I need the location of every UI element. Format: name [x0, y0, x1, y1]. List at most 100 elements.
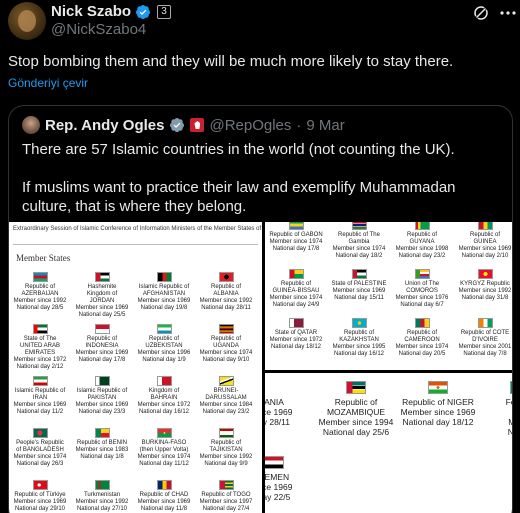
- flag-icon: [94, 376, 110, 386]
- affiliation-badge-icon: [190, 118, 205, 132]
- country-name: Republic of The Gambia: [338, 232, 380, 245]
- media-image-left[interactable]: Extraordinary Session of Islamic Confere…: [9, 222, 262, 513]
- member-since: Member since 1969: [332, 288, 386, 294]
- member-since: Memb: [481, 417, 512, 427]
- member-since: Member since 1976: [395, 295, 449, 301]
- national-day: National day 6/7: [400, 302, 444, 308]
- national-day: National day 23/2: [202, 409, 250, 415]
- flag-icon: [32, 324, 48, 334]
- quoted-separator: ·: [296, 116, 302, 134]
- country-name: Republic of UZBEKISTAN: [145, 336, 183, 349]
- member-state-card: Republic of COTE D'IVOIRE Member since 20…: [454, 318, 512, 358]
- flag-icon: [156, 324, 172, 334]
- media-image-top-right[interactable]: Republic of GABON Member since 1974 Nation…: [265, 222, 512, 370]
- national-day: National day 1/8: [80, 454, 124, 460]
- flag-icon: [32, 480, 48, 490]
- national-day: National day 11/8: [140, 506, 188, 512]
- national-day: National day 28/11: [201, 305, 251, 311]
- media-image-bottom-right[interactable]: ANIAince 1969ay 28/11Republic of MOZAMBI…: [265, 373, 512, 513]
- country-name: Republic of TOGO: [201, 492, 251, 498]
- member-since: Member since 1983: [75, 447, 129, 453]
- flag-icon: [94, 428, 110, 438]
- member-state-card: Republic of KAZAKHSTAN Member since 1995 N…: [328, 318, 390, 358]
- author-name[interactable]: Nick Szabo: [51, 3, 131, 20]
- flag-icon: [94, 480, 110, 490]
- quoted-header: Rep. Andy Ogles @RepOgles · 9 Mar: [22, 116, 345, 134]
- translate-link[interactable]: Gönderiyi çevir: [8, 76, 88, 90]
- national-day: National day 24/9: [272, 302, 320, 308]
- country-name: Republic of COTE D'IVOIRE: [460, 330, 510, 343]
- country-name: Republic of UGANDA: [210, 336, 242, 349]
- flag-icon: [265, 456, 284, 469]
- author-avatar[interactable]: [8, 2, 46, 40]
- author-handle[interactable]: @NickSzabo4: [51, 21, 146, 38]
- member-since: Member since 1974: [269, 239, 323, 245]
- member-since: Member since 1969: [75, 305, 129, 311]
- country-name: Republic of CAMEROON: [404, 330, 440, 343]
- national-day: National day 25/5: [78, 312, 126, 318]
- national-day: National day 1/9: [142, 357, 186, 363]
- quoted-avatar[interactable]: [22, 116, 40, 134]
- member-state-card: Republic of GUINEA Member since 1969 Natio…: [454, 222, 512, 260]
- flag-icon: [94, 324, 110, 334]
- member-since: Member since 1974: [395, 344, 449, 350]
- flag-icon: [218, 376, 234, 386]
- country-name: YEMEN: [265, 472, 290, 482]
- divider: [13, 244, 258, 245]
- flag-icon: [94, 272, 110, 282]
- country-name: Republic of TAJIKISTAN: [209, 440, 243, 453]
- member-state-card: Republic of The Gambia Member since 1974 N…: [328, 222, 390, 260]
- grok-icon[interactable]: [472, 4, 490, 22]
- member-state-card: BURKINA-FASO (then Upper Volta) Member si…: [133, 428, 195, 468]
- country-name: Republic of MOZAMBIQUE: [326, 397, 386, 417]
- member-state-card: Republic of GUYANA Member since 1998 Natio…: [391, 222, 453, 260]
- flag-icon: [288, 318, 304, 328]
- quoted-tweet[interactable]: Rep. Andy Ogles @RepOgles · 9 Mar There …: [8, 105, 513, 513]
- flag-icon: [156, 428, 172, 438]
- quoted-text-line1: There are 57 Islamic countries in the wo…: [22, 141, 455, 158]
- country-name: State of The UNITED ARAB EMIRATES: [19, 336, 60, 356]
- country-name: Islamic Republic of AFGHANISTAN: [138, 284, 190, 297]
- national-day: National day 15/11: [334, 295, 384, 301]
- quoted-author-name[interactable]: Rep. Andy Ogles: [45, 117, 164, 134]
- national-day: National day 18/12: [402, 417, 474, 427]
- member-since: Member since 1974: [199, 350, 253, 356]
- member-since: Member since 1969: [13, 402, 67, 408]
- national-day: National day 7/8: [463, 351, 507, 357]
- flag-icon: [510, 381, 512, 394]
- member-since: Member since 1972: [269, 337, 323, 343]
- member-state-card: BRUNEI- DARUSSALAM Member since 1984 Natio…: [195, 376, 257, 416]
- country-name: Republic of CHAD: [139, 492, 189, 498]
- country-name: Republic of GUINEA-BISSAU: [272, 281, 320, 294]
- member-state-card: Republic of NIGER Member since 1969 Nation…: [399, 381, 477, 427]
- flag-icon: [477, 269, 493, 279]
- country-name: Federal NIG: [505, 397, 512, 407]
- flag-icon: [32, 272, 48, 282]
- national-day: National day 23/2: [398, 253, 446, 259]
- flag-icon: [218, 480, 234, 490]
- national-day: National day 9/9: [204, 461, 248, 467]
- member-state-card: Islamic Republic of AFGHANISTAN Member si…: [133, 272, 195, 312]
- member-state-card: Hashemite Kingdom of JORDAN Member since …: [71, 272, 133, 319]
- national-day: National day 16/12: [138, 409, 190, 415]
- member-since: Member since 1996: [137, 350, 191, 356]
- national-day: National day 26/3: [16, 461, 64, 467]
- country-name: Republic of KAZAKHSTAN: [339, 330, 379, 343]
- national-day: day 22/5: [265, 492, 291, 502]
- country-name: State of PALESTINE: [331, 281, 387, 287]
- national-day: National day 28/5: [16, 305, 64, 311]
- member-state-card: Republic of INDONESIA Member since 1969 Na…: [71, 324, 133, 364]
- member-state-card: YEMENince 1969day 22/5: [265, 456, 313, 502]
- more-icon[interactable]: [500, 11, 516, 15]
- member-since: Member since 1969: [75, 402, 129, 408]
- member-since: Member since 1974: [269, 295, 323, 301]
- member-since: Member since 2001: [458, 344, 512, 350]
- flag-icon: [218, 272, 234, 282]
- country-name: Republic of INDONESIA: [85, 336, 119, 349]
- member-state-card: Republic of BENIN Member since 1983 Nation…: [71, 428, 133, 461]
- national-day: National day 18/12: [270, 344, 322, 350]
- member-since: Member since 1997: [199, 499, 253, 505]
- national-day: National day 27/4: [202, 506, 250, 512]
- national-day: National day 11/2: [16, 409, 64, 415]
- quoted-date[interactable]: 9 Mar: [306, 117, 344, 134]
